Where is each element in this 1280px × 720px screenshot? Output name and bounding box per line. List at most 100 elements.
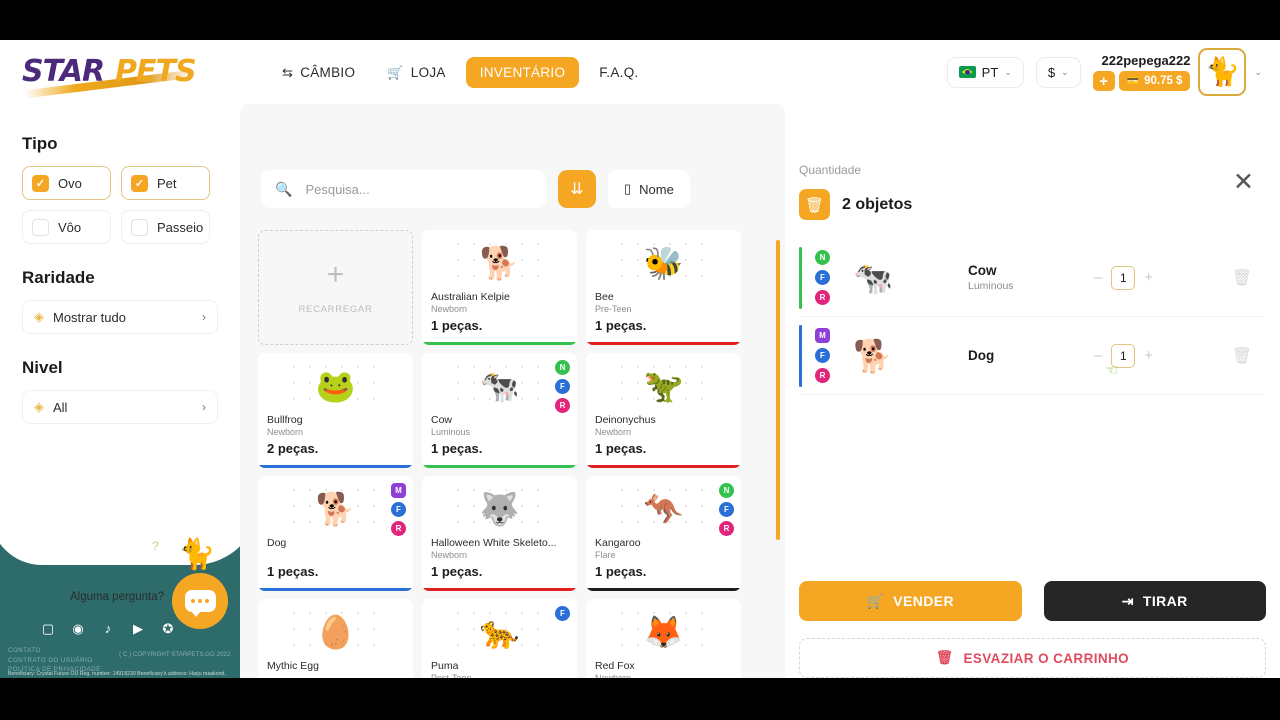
inventory-card[interactable]: 🥚 Mythic Egg [258, 599, 413, 678]
checkbox-passeio[interactable]: Passeio [121, 210, 210, 244]
twitter-icon[interactable]: ✪ [160, 621, 176, 637]
trash-icon[interactable]: 🗑 [1232, 268, 1252, 288]
sort-by-name-button[interactable]: ▯ Nome [608, 170, 690, 208]
card-subtitle: Newborn [431, 304, 468, 314]
card-subtitle: Newborn [431, 550, 468, 560]
pet-image: 🐺 [479, 491, 520, 527]
youtube-icon[interactable]: ▶ [130, 621, 146, 637]
plus-icon: + [326, 258, 345, 291]
inventory-card[interactable]: 🐄 N F R Cow Luminous 1 peças. [422, 353, 577, 468]
support-chat-button[interactable] [172, 573, 228, 629]
search-input[interactable]: 🔍 Pesquisa... [261, 170, 546, 208]
filter-title-raridade: Raridade [22, 268, 95, 287]
row-badges: MFR [815, 328, 830, 383]
starpets-logo[interactable]: STAR PETS [22, 50, 207, 99]
footer-link-contrato[interactable]: CONTRATO DO USUÁRIO [8, 656, 101, 666]
inventory-card[interactable]: 🐕 M F R Dog 1 peças. [258, 476, 413, 591]
inventory-card[interactable]: 🦘 N F R Kangaroo Flare 1 peças. [586, 476, 741, 591]
checkbox-pet[interactable]: ✓ Pet [121, 166, 210, 200]
rarity-dropdown[interactable]: ◈ Mostrar tudo › [22, 300, 218, 334]
badge-f-icon: F [555, 606, 570, 621]
currency-label: $ [1047, 64, 1056, 80]
decrement-button[interactable]: – [1094, 348, 1102, 363]
pet-image: 🐝 [643, 245, 684, 281]
card-badges: F [555, 606, 570, 621]
row-title: Cow [968, 263, 997, 278]
inventory-card[interactable]: 🐺 Halloween White Skeleto... Newborn 1 peça… [422, 476, 577, 591]
row-subtitle: Luminous [968, 280, 1014, 292]
chat-bubble-icon [184, 590, 216, 617]
card-quantity: 1 peças. [595, 441, 647, 456]
sort-by-name-label: Nome [639, 181, 674, 197]
card-title: Dog [267, 537, 287, 549]
close-icon[interactable]: ✕ [1233, 170, 1254, 195]
footer-link-contato[interactable]: CONTATO [8, 646, 101, 656]
stack-icon: ◈ [34, 399, 44, 414]
take-button[interactable]: ⇥ TIRAR [1043, 581, 1266, 621]
badge-r-icon: R [555, 398, 570, 413]
add-funds-button[interactable]: + [1092, 71, 1115, 91]
pet-image: 🐸 [315, 368, 356, 404]
inventory-card[interactable]: 🐝 Bee Pre-Teen 1 peças. [586, 230, 741, 345]
nav-item-inventario[interactable]: INVENTÁRIO [465, 56, 580, 88]
empty-cart-label: ESVAZIAR O CARRINHO [963, 650, 1130, 666]
chevron-right-icon: › [202, 310, 206, 324]
pet-image: 🦖 [643, 368, 684, 404]
increment-button[interactable]: + [1144, 270, 1153, 285]
inventory-card[interactable]: 🦖 Deinonychus Newborn 1 peças. [586, 353, 741, 468]
page-root: STAR PETS ⇆ CÂMBIO 🛒 LOJA INVENTÁRIO F.A… [0, 40, 1280, 678]
instagram-icon[interactable]: ▢ [40, 621, 56, 637]
language-selector[interactable]: PT ⌄ [946, 56, 1024, 88]
card-title: Australian Kelpie [431, 291, 510, 303]
account-chevron-down-icon[interactable]: ⌄ [1254, 67, 1262, 78]
filter-sidebar: Tipo ✓ Ovo ✓ Pet Vôo Passeio Raridade ◈ … [0, 104, 240, 678]
header-right-cluster: PT ⌄ $ ⌄ 222pepega222 + 💳 90.75 $ 🐈 ⌄ [946, 40, 1262, 104]
inventory-card[interactable]: 🦊 Red Fox Newborn [586, 599, 741, 678]
card-rarity-stripe [422, 465, 577, 468]
filter-section-tipo: Tipo ✓ Ovo ✓ Pet Vôo Passeio [0, 134, 240, 244]
empty-cart-button[interactable]: 🗑 ESVAZIAR O CARRINHO [799, 638, 1266, 678]
sell-button[interactable]: 🛒 VENDER [799, 581, 1022, 621]
inventory-card[interactable]: 🐆 F Puma Post-Teen [422, 599, 577, 678]
card-title: Cow [431, 414, 453, 426]
checkbox-ovo[interactable]: ✓ Ovo [22, 166, 111, 200]
inventory-scrollbar[interactable] [776, 240, 780, 540]
cart-row: M F R 🐕 Dog –1 + 🗑 ☜ [799, 317, 1266, 395]
balance-amount: 90.75 $ [1144, 75, 1183, 87]
discord-icon[interactable]: ◉ [70, 621, 86, 637]
card-quantity: 1 peças. [595, 318, 647, 333]
trash-icon: 🗑 [935, 650, 954, 665]
card-rarity-stripe [586, 342, 741, 345]
card-quantity: 1 peças. [431, 441, 483, 456]
balance-button[interactable]: 💳 90.75 $ [1118, 71, 1191, 91]
nav-item-loja[interactable]: 🛒 LOJA [375, 57, 457, 88]
level-dropdown[interactable]: ◈ All › [22, 390, 218, 424]
quantity-value[interactable]: 1 [1111, 265, 1136, 290]
trash-icon[interactable]: 🗑 [1232, 346, 1252, 366]
pet-image: 🐄 [479, 368, 520, 404]
avatar[interactable]: 🐈 [1198, 48, 1247, 96]
badge-r-icon: R [815, 290, 830, 305]
cart-primary-buttons: 🛒 VENDER ⇥ TIRAR [799, 581, 1266, 621]
decrement-button[interactable]: – [1094, 270, 1102, 285]
currency-selector[interactable]: $ ⌄ [1035, 56, 1081, 88]
nav-item-faq[interactable]: F.A.Q. [587, 57, 650, 88]
checkbox-voo[interactable]: Vôo [22, 210, 111, 244]
inventory-grid: + RECARREGAR 🐕 Australian Kelpie Newborn 1 pe… [258, 230, 766, 678]
filter-title-nivel: Nivel [22, 358, 63, 377]
checkbox-empty-icon [131, 218, 148, 236]
chevron-right-icon: › [202, 400, 206, 414]
sort-descending-icon: ⇊ [570, 181, 584, 198]
card-subtitle: Post-Teen [431, 673, 472, 678]
cart-actions: 🛒 VENDER ⇥ TIRAR 🗑 ESVAZIAR O CARRINHO [799, 581, 1266, 678]
nav-item-cambio[interactable]: ⇆ CÂMBIO [270, 57, 367, 88]
reload-tile[interactable]: + RECARREGAR [258, 230, 413, 345]
inventory-card[interactable]: 🐕 Australian Kelpie Newborn 1 peças. [422, 230, 577, 345]
checkbox-empty-icon [32, 218, 49, 236]
inventory-card[interactable]: 🐸 Bullfrog Newborn 2 peças. [258, 353, 413, 468]
tiktok-icon[interactable]: ♪ [100, 621, 116, 637]
sort-button[interactable]: ⇊ [558, 170, 596, 208]
increment-button[interactable]: + [1144, 348, 1153, 363]
question-mark-decoration: ? [152, 539, 159, 553]
row-rarity-stripe [799, 247, 802, 309]
